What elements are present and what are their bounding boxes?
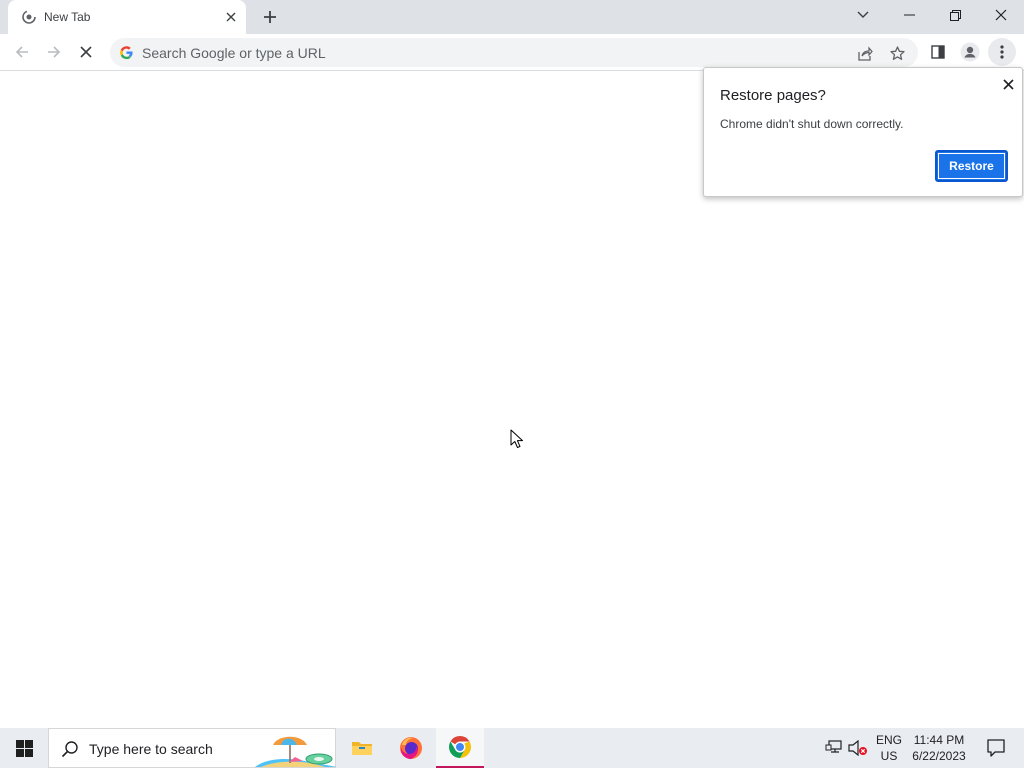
restore-pages-dialog: Restore pages? Chrome didn't shut down c… xyxy=(703,67,1023,197)
close-icon xyxy=(226,12,236,22)
share-button[interactable] xyxy=(852,40,878,66)
dialog-close-button[interactable] xyxy=(998,74,1018,94)
system-clock[interactable]: 11:44 PM 6/22/2023 xyxy=(908,732,970,764)
menu-button[interactable] xyxy=(988,38,1016,66)
arrow-left-icon xyxy=(15,46,28,58)
keyboard-layout: US xyxy=(880,749,898,763)
language-code: ENG xyxy=(875,733,902,747)
restore-window-icon xyxy=(949,9,961,21)
restore-button[interactable]: Restore xyxy=(935,150,1008,182)
dialog-message: Chrome didn't shut down correctly. xyxy=(720,117,904,131)
clock-date: 6/22/2023 xyxy=(912,749,966,763)
tab-search-button[interactable] xyxy=(840,0,886,30)
folder-icon xyxy=(352,742,372,755)
toolbar: Search Google or type a URL xyxy=(0,34,1024,71)
volume-muted-icon[interactable] xyxy=(848,738,868,758)
stop-loading-button[interactable] xyxy=(72,38,100,66)
side-panel-icon xyxy=(931,45,945,59)
clock-time: 11:44 PM xyxy=(913,733,965,747)
plus-icon xyxy=(264,11,276,23)
avatar-icon xyxy=(960,42,980,62)
taskbar-app-firefox[interactable] xyxy=(387,728,435,768)
forward-button[interactable] xyxy=(40,38,68,66)
volume-muted-icon xyxy=(848,740,867,756)
browser-window: New Tab Search Google or type a URL Rest… xyxy=(0,0,1024,728)
close-icon xyxy=(1002,78,1014,90)
tab-new-tab[interactable]: New Tab xyxy=(8,0,246,34)
dialog-title: Restore pages? xyxy=(720,87,826,104)
chevron-down-icon xyxy=(857,11,869,18)
restore-window-button[interactable] xyxy=(932,0,978,30)
tab-close-button[interactable] xyxy=(222,8,240,26)
firefox-icon xyxy=(400,737,422,759)
chrome-icon xyxy=(449,736,471,758)
tab-strip: New Tab xyxy=(0,0,1024,34)
profile-button[interactable] xyxy=(956,38,984,66)
google-g-icon xyxy=(120,46,133,60)
close-icon xyxy=(995,9,1007,21)
loading-favicon-icon xyxy=(22,10,36,24)
start-button[interactable] xyxy=(0,728,48,768)
kebab-menu-icon xyxy=(1000,45,1004,59)
share-icon xyxy=(857,45,873,61)
windows-logo-icon xyxy=(15,739,33,757)
close-icon xyxy=(80,46,92,58)
beach-umbrella-search-highlight-icon xyxy=(255,736,337,767)
omnibox-placeholder: Search Google or type a URL xyxy=(142,45,326,61)
bookmark-star-button[interactable] xyxy=(884,40,910,66)
arrow-right-icon xyxy=(48,46,61,58)
close-window-button[interactable] xyxy=(978,0,1024,30)
minimize-button[interactable] xyxy=(886,0,932,30)
taskbar-app-chrome[interactable] xyxy=(436,728,484,768)
omnibox[interactable]: Search Google or type a URL xyxy=(110,38,918,67)
taskbar-search-box[interactable]: Type here to search xyxy=(48,728,337,768)
taskbar: Type here to search ENG US 11:44 PM 6/22… xyxy=(0,728,1024,768)
network-icon[interactable] xyxy=(824,738,844,758)
network-icon xyxy=(825,740,842,753)
new-tab-button[interactable] xyxy=(259,6,281,28)
search-icon xyxy=(61,741,78,758)
taskbar-app-file-explorer[interactable] xyxy=(338,728,386,768)
star-icon xyxy=(889,45,905,60)
mouse-cursor-icon xyxy=(510,429,523,448)
back-button[interactable] xyxy=(8,38,36,66)
side-panel-button[interactable] xyxy=(924,38,952,66)
taskbar-search-placeholder: Type here to search xyxy=(89,741,213,757)
minimize-icon xyxy=(903,14,915,16)
tab-title: New Tab xyxy=(44,10,91,24)
notification-speech-bubble-icon xyxy=(987,739,1005,757)
notifications-button[interactable] xyxy=(976,728,1016,768)
input-language-indicator[interactable]: ENG US xyxy=(872,732,906,764)
